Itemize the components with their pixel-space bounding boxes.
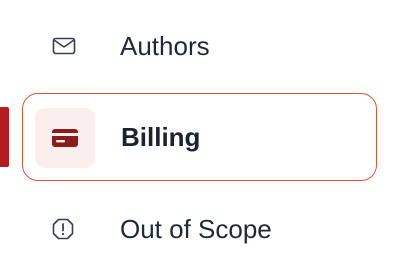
- sidebar-item-authors[interactable]: Authors: [22, 18, 374, 74]
- envelope-icon: [22, 18, 106, 74]
- credit-card-icon: [35, 108, 95, 168]
- sidebar-item-label: Billing: [121, 122, 201, 152]
- sidebar-nav: Authors Billing Out of Scope: [0, 0, 395, 278]
- alert-octagon-icon: [22, 201, 106, 257]
- sidebar-item-label: Out of Scope: [120, 213, 272, 244]
- active-indicator: [0, 107, 9, 167]
- sidebar-item-out-of-scope[interactable]: Out of Scope: [22, 201, 374, 257]
- sidebar-item-label: Authors: [120, 30, 210, 61]
- sidebar-item-billing[interactable]: Billing: [22, 93, 377, 181]
